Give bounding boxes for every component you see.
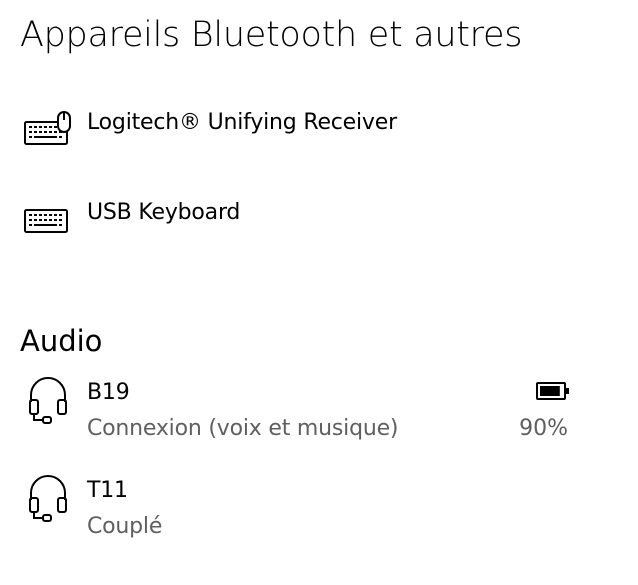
page-title: Appareils Bluetooth et autres: [20, 15, 523, 55]
battery-percentage: 90%: [519, 416, 568, 441]
keyboard-icon: [20, 190, 76, 246]
device-status: Couplé: [87, 514, 163, 539]
audio-section-title: Audio: [20, 324, 103, 358]
device-name: Logitech® Unifying Receiver: [87, 110, 397, 135]
keyboard-mouse-icon: [20, 100, 76, 156]
device-name: USB Keyboard: [87, 200, 241, 225]
battery-icon: [536, 381, 570, 401]
headset-icon: [20, 472, 76, 528]
device-logitech-unifying-receiver[interactable]: Logitech® Unifying Receiver: [0, 96, 638, 176]
device-usb-keyboard[interactable]: USB Keyboard: [0, 188, 638, 268]
device-t11[interactable]: T11 Couplé: [0, 470, 638, 550]
device-b19[interactable]: B19 Connexion (voix et musique) 90%: [0, 372, 638, 452]
device-name: T11: [87, 478, 128, 503]
device-status: Connexion (voix et musique): [87, 416, 399, 441]
headset-icon: [20, 374, 76, 430]
device-name: B19: [87, 380, 130, 405]
